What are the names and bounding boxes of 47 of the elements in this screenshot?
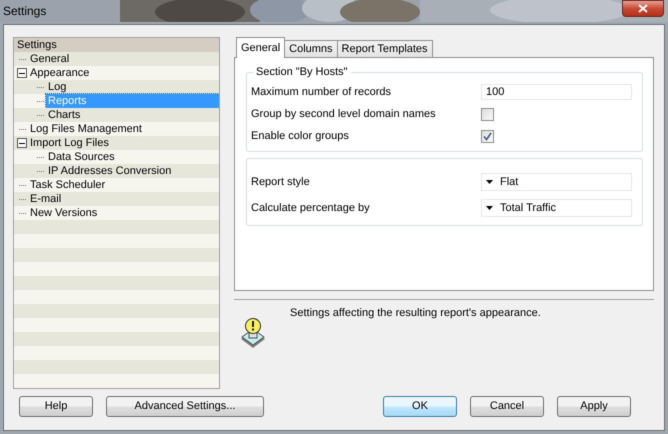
dialog-button[interactable]: Cancel	[470, 396, 544, 416]
dialog-button[interactable]: OK	[383, 396, 457, 416]
tab[interactable]: Report Templates	[336, 40, 433, 57]
dropdown-arrow-icon	[486, 206, 493, 210]
tree-item[interactable]: Task Scheduler	[28, 178, 108, 192]
tree-item[interactable]: Log	[46, 80, 68, 94]
close-icon	[638, 4, 648, 13]
checkbox[interactable]	[481, 108, 494, 120]
tree-connector	[37, 100, 44, 102]
tree-connector	[19, 198, 26, 200]
tree-item[interactable]: New Versions	[28, 206, 100, 220]
collapse-icon[interactable]	[17, 68, 27, 78]
tree-item[interactable]: Charts	[46, 108, 82, 122]
tree-connector	[37, 86, 44, 88]
field-label: Report style	[251, 176, 310, 188]
tree-connector	[19, 184, 26, 186]
window-title: Settings	[2, 4, 46, 18]
tree-connector	[19, 58, 26, 60]
tree-connector	[19, 128, 26, 130]
field-label: Maximum number of records	[251, 86, 391, 98]
input-field[interactable]: 100	[481, 84, 632, 100]
close-button[interactable]	[622, 0, 664, 17]
tree-connector	[19, 212, 26, 214]
lightbulb-icon	[240, 317, 266, 349]
tree-item[interactable]: Appearance	[28, 66, 92, 80]
tree-connector	[37, 156, 44, 158]
dropdown[interactable]: Flat	[481, 173, 632, 191]
tree-item[interactable]: E-mail	[28, 192, 64, 206]
dialog-button[interactable]: Help	[19, 396, 93, 416]
field-label: Group by second level domain names	[251, 108, 436, 120]
tree-connector	[37, 114, 44, 116]
group-title: Section "By Hosts"	[253, 66, 351, 78]
dropdown[interactable]: Total Traffic	[481, 199, 632, 217]
checkbox[interactable]	[481, 130, 494, 142]
dialog-button[interactable]: Advanced Settings...	[106, 396, 264, 416]
tab[interactable]: General	[236, 37, 286, 58]
tree-item[interactable]: Log Files Management	[28, 122, 144, 136]
dialog-button[interactable]: Apply	[557, 396, 631, 416]
collapse-icon[interactable]	[17, 138, 27, 148]
tree-header: Settings	[14, 38, 219, 52]
field-label: Calculate percentage by	[251, 202, 370, 214]
field-label: Enable color groups	[251, 130, 349, 142]
tree-item[interactable]: Data Sources	[46, 150, 117, 164]
dropdown-arrow-icon	[486, 180, 493, 184]
tree-connector	[37, 170, 44, 172]
hint-text: Settings affecting the resulting report's appearance.	[290, 307, 541, 319]
tab[interactable]: Columns	[284, 40, 338, 57]
